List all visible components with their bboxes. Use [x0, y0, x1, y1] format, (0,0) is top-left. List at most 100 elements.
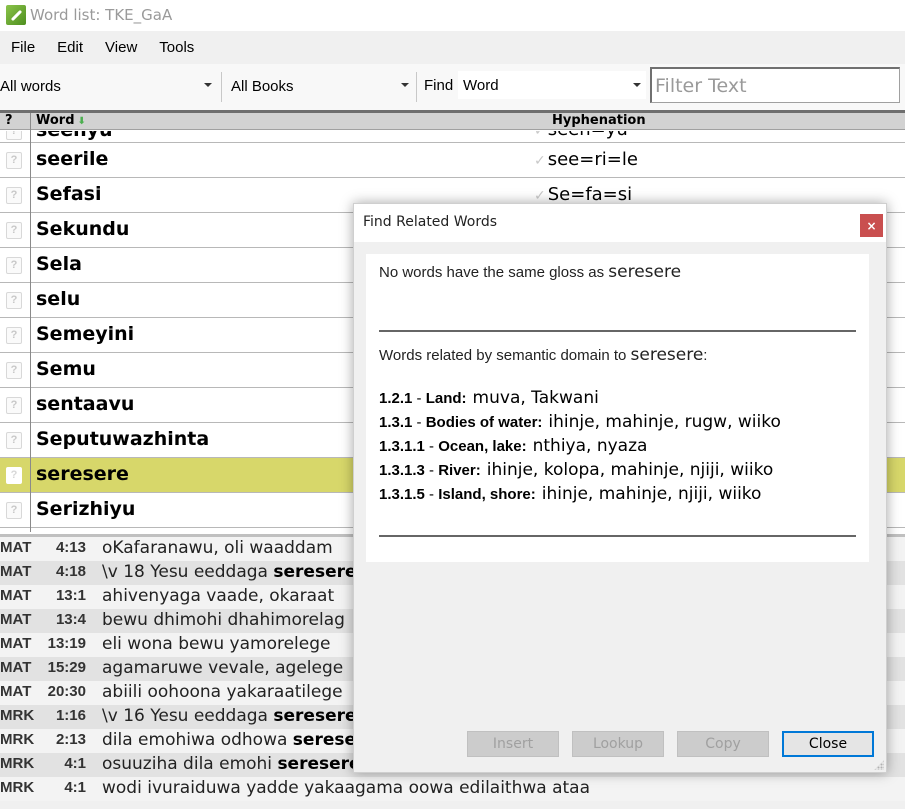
concordance-row[interactable]: MRK 4:1 wodi ivuraiduwa yadde yakaagama oo… — [0, 777, 905, 801]
column-header-word-label: Word — [36, 113, 75, 128]
domain-suffix: : — [703, 347, 708, 364]
domain-code: 1.3.1 — [379, 414, 413, 431]
menu-view[interactable]: View — [94, 39, 148, 56]
gloss-word: seresere — [608, 262, 682, 282]
insert-button[interactable]: Insert — [467, 731, 559, 757]
menu-bar: File Edit View Tools — [0, 31, 905, 64]
column-header-word[interactable]: Word ⬇ — [36, 113, 86, 128]
menu-tools[interactable]: Tools — [148, 39, 205, 56]
semantic-domain-entry: 1.3.1.1 - Ocean, lake: nthiya, nyaza — [379, 436, 647, 456]
hyphenation-cell[interactable]: ✓seeh=yu — [534, 131, 628, 140]
unknown-status-icon[interactable]: ? — [6, 131, 22, 140]
separator: - — [424, 462, 439, 479]
domain-code: 1.3.1.5 — [379, 486, 425, 503]
reference-cell: 20:30 — [47, 683, 86, 700]
reference-cell: 13:19 — [47, 635, 86, 652]
domain-label: Island, shore: — [438, 486, 536, 503]
domain-code: 1.2.1 — [379, 390, 413, 407]
book-filter-value: All Books — [231, 77, 294, 95]
word-row[interactable]: ? seehyu ✓seeh=yu — [0, 131, 905, 143]
unknown-status-icon[interactable]: ? — [6, 187, 22, 204]
unknown-status-icon[interactable]: ? — [6, 502, 22, 519]
verse-text: dila emohiwa odhowa seresere — [102, 730, 376, 750]
word-filter-dropdown[interactable]: All words — [0, 72, 216, 100]
highlighted-word: seresere — [277, 754, 361, 774]
column-header-hyphenation[interactable]: Hyphenation — [552, 113, 646, 128]
verse-text-pre: osuuziha dila emohi — [102, 754, 278, 774]
related-words[interactable]: ihinje, mahinje, njiji, wiiko — [542, 484, 762, 504]
verse-text: wodi ivuraiduwa yadde yakaagama oowa edi… — [102, 778, 590, 798]
unknown-status-icon[interactable]: ? — [6, 327, 22, 344]
menu-file[interactable]: File — [0, 39, 46, 56]
column-divider[interactable] — [30, 113, 31, 532]
find-related-words-dialog: Find Related Words × No words have the s… — [353, 203, 887, 773]
domain-word: seresere — [630, 345, 704, 365]
related-words[interactable]: ihinje, mahinje, rugw, wiiko — [548, 412, 780, 432]
gloss-message: No words have the same gloss as seresere — [379, 262, 681, 282]
unknown-status-icon[interactable]: ? — [6, 397, 22, 414]
chevron-down-icon — [401, 83, 409, 87]
verse-text: \v 18 Yesu eeddaga seresere — [102, 562, 357, 582]
reference-cell: 2:13 — [55, 731, 86, 748]
word-cell: sentaavu — [36, 393, 135, 415]
window-title: Word list: TKE_GaA — [30, 6, 173, 24]
related-words[interactable]: muva, Takwani — [473, 388, 599, 408]
word-cell: Seputuwazhinta — [36, 428, 210, 450]
related-words-panel: No words have the same gloss as seresere… — [366, 254, 869, 562]
divider — [379, 535, 856, 537]
verse-text-pre: agamaruwe vevale, agelege — [102, 658, 344, 678]
domain-label: Bodies of water: — [425, 414, 543, 431]
hyphenation-cell[interactable]: ✓ see=ri=le — [534, 149, 638, 170]
verse-text-pre: dila emohiwa odhowa — [102, 730, 293, 750]
verse-text: abiili oohoona yakaraatilege — [102, 682, 343, 702]
domain-label: Ocean, lake: — [438, 438, 527, 455]
semantic-domain-entry: 1.2.1 - Land: muva, Takwani — [379, 388, 599, 408]
toolbar-separator — [221, 72, 222, 102]
verse-text-pre: eli wona bewu yamorelege — [102, 634, 331, 654]
semantic-domain-entry: 1.3.1.3 - River: ihinje, kolopa, mahinje,… — [379, 460, 773, 480]
book-filter-dropdown[interactable]: All Books — [231, 72, 413, 100]
word-cell: selu — [36, 288, 81, 310]
verse-text-pre: bewu dhimohi dhahimorelag — [102, 610, 345, 630]
related-words[interactable]: ihinje, kolopa, mahinje, njiji, wiiko — [487, 460, 773, 480]
grid-header: ? Word ⬇ Hyphenation — [0, 113, 905, 130]
resize-grip-icon[interactable] — [874, 760, 884, 770]
menu-edit[interactable]: Edit — [46, 39, 94, 56]
close-button[interactable]: Close — [782, 731, 874, 757]
separator: - — [424, 486, 439, 503]
word-row[interactable]: ? seerile ✓ see=ri=le — [0, 143, 905, 178]
copy-button[interactable]: Copy — [677, 731, 769, 757]
semantic-domain-entry: 1.3.1.5 - Island, shore: ihinje, mahinje,… — [379, 484, 761, 504]
checkmark-icon: ✓ — [534, 131, 546, 139]
filter-text-input[interactable] — [650, 67, 900, 103]
column-header-status[interactable]: ? — [5, 113, 13, 128]
reference-cell: 4:1 — [64, 755, 86, 772]
checkmark-icon: ✓ — [534, 188, 546, 204]
reference-cell: 13:4 — [55, 611, 86, 628]
unknown-status-icon[interactable]: ? — [6, 362, 22, 379]
chevron-down-icon — [633, 83, 641, 87]
verse-text-pre: \v 18 Yesu eeddaga — [102, 562, 274, 582]
unknown-status-icon[interactable]: ? — [6, 222, 22, 239]
hyphenation-cell[interactable]: ✓ Se=fa=si — [534, 184, 632, 205]
dialog-title-bar[interactable]: Find Related Words × — [354, 204, 886, 242]
hyphenation-text: seeh=yu — [548, 131, 628, 140]
domain-message: Words related by semantic domain to sere… — [379, 345, 707, 365]
lookup-button[interactable]: Lookup — [572, 731, 664, 757]
dialog-close-button[interactable]: × — [860, 214, 883, 237]
toolbar: All words All Books Find Word — [0, 64, 905, 110]
domain-label: River: — [438, 462, 481, 479]
chevron-down-icon — [204, 83, 212, 87]
checkmark-icon: ✓ — [534, 153, 546, 169]
unknown-status-icon[interactable]: ? — [6, 257, 22, 274]
related-words[interactable]: nthiya, nyaza — [533, 436, 648, 456]
reference-cell: 4:13 — [55, 539, 86, 556]
reference-cell: 13:1 — [55, 587, 86, 604]
unknown-status-icon[interactable]: ? — [6, 152, 22, 169]
unknown-status-icon[interactable]: ? — [6, 467, 22, 484]
unknown-status-icon[interactable]: ? — [6, 292, 22, 309]
verse-text: eli wona bewu yamorelege — [102, 634, 331, 654]
find-field-dropdown[interactable]: Word — [458, 71, 646, 99]
unknown-status-icon[interactable]: ? — [6, 432, 22, 449]
verse-text-pre: oKafaranawu, oli waaddam — [102, 538, 333, 558]
